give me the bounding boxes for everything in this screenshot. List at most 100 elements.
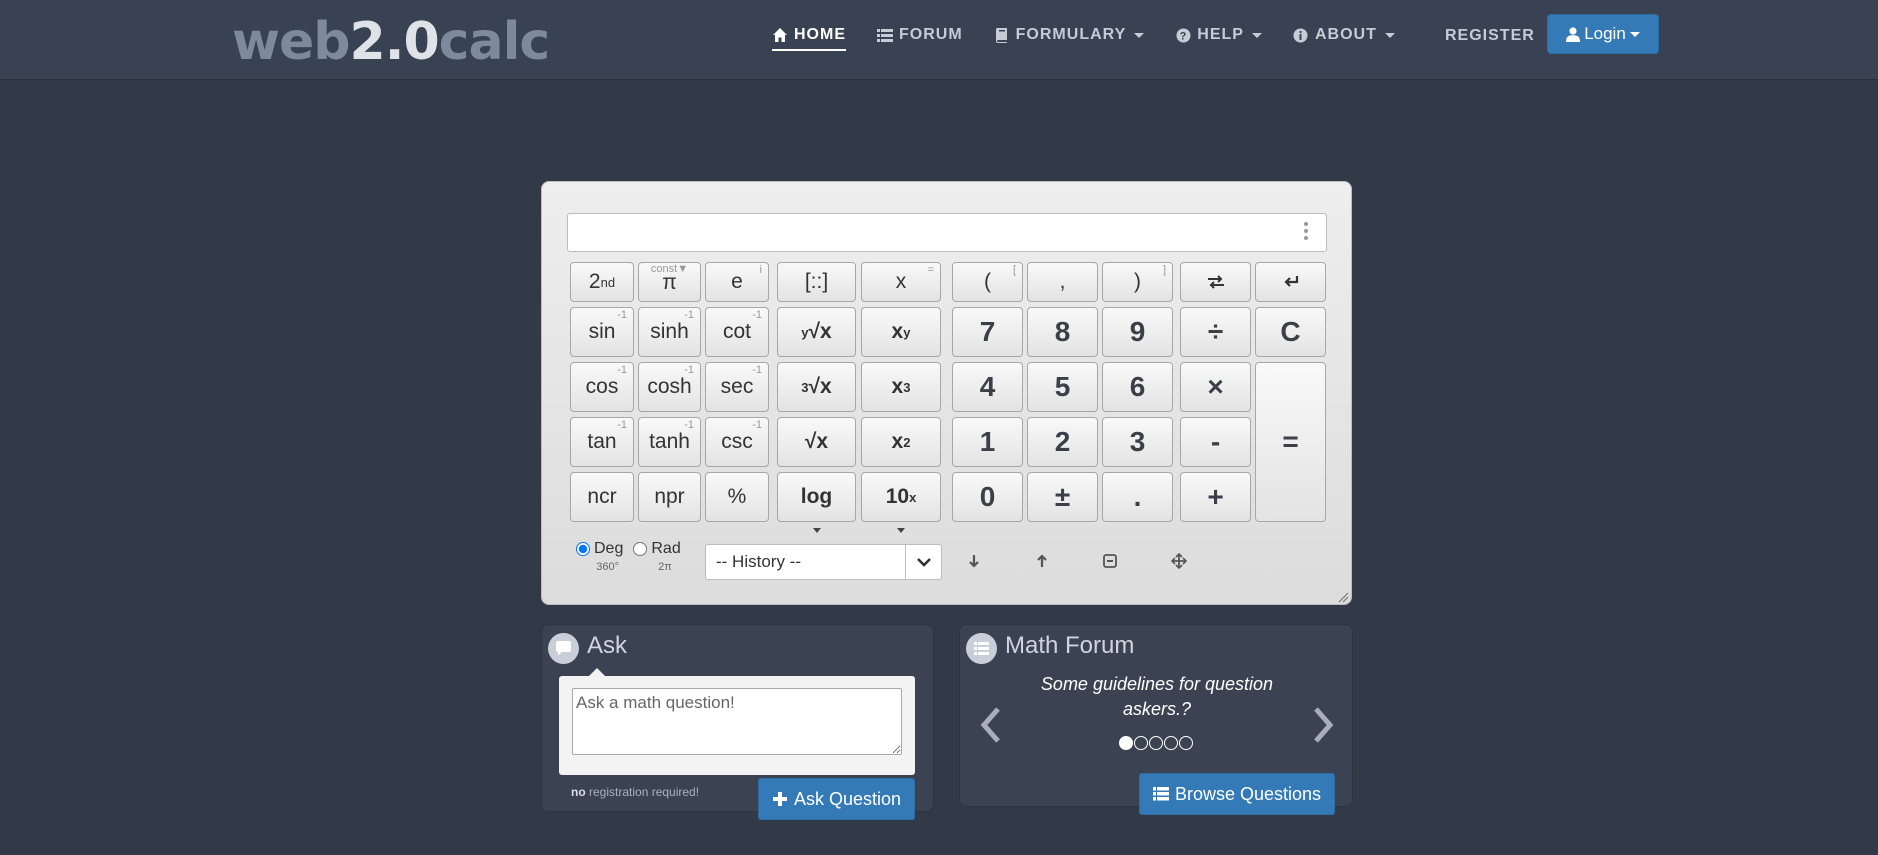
key-ncr[interactable]: ncr — [570, 472, 634, 522]
resize-handle-icon[interactable] — [1337, 590, 1349, 603]
arrow-up-icon[interactable] — [1032, 551, 1052, 571]
key-x[interactable]: = x — [861, 262, 941, 302]
ask-question-button[interactable]: Ask Question — [758, 778, 915, 820]
key-sec[interactable]: -1 sec — [705, 362, 769, 412]
key-tanh[interactable]: -1 tanh — [638, 417, 701, 467]
chevron-down-icon[interactable] — [905, 545, 941, 579]
minimize-window-icon[interactable] — [1100, 551, 1120, 571]
key-swap[interactable] — [1180, 262, 1251, 302]
key-yroot[interactable]: y √x — [777, 307, 856, 357]
carousel-dot[interactable] — [1179, 736, 1193, 750]
key-plusminus[interactable]: ± — [1027, 472, 1098, 522]
carousel-dot[interactable] — [1119, 736, 1133, 750]
more-vertical-icon[interactable] — [1304, 222, 1308, 240]
key-sin[interactable]: -1 sin — [570, 307, 634, 357]
key-10pow[interactable]: 10 x — [861, 472, 941, 533]
const-menu-label: const▼ — [650, 263, 689, 275]
register-link[interactable]: REGISTER — [1445, 27, 1535, 45]
key-2[interactable]: 2 — [1027, 417, 1098, 467]
key-npr[interactable]: npr — [638, 472, 701, 522]
key-multiply[interactable]: × — [1180, 362, 1251, 412]
arrow-down-icon[interactable] — [964, 551, 984, 571]
key-9[interactable]: 9 — [1102, 307, 1173, 357]
caret-down-icon — [897, 528, 905, 533]
key-tan[interactable]: -1 tan — [570, 417, 634, 467]
key-cube-root[interactable]: 3 √x — [777, 362, 856, 412]
key-cot[interactable]: -1 cot — [705, 307, 769, 357]
key-cos[interactable]: -1 cos — [570, 362, 634, 412]
list-icon — [1152, 787, 1169, 801]
login-button[interactable]: Login — [1547, 14, 1659, 54]
nav-help[interactable]: ? HELP — [1175, 26, 1262, 44]
calculator: 2nd const▼ π ie [::] = x [( , ]) -1 sin -1 s… — [541, 181, 1352, 605]
key-0[interactable]: 0 — [952, 472, 1023, 522]
key-percent[interactable]: % — [705, 472, 769, 522]
key-e[interactable]: ie — [705, 262, 769, 302]
key-equals[interactable]: = — [1255, 362, 1326, 522]
key-sqrt[interactable]: √x — [777, 417, 856, 467]
key-pi[interactable]: const▼ π — [638, 262, 701, 302]
key-decimal[interactable]: . — [1102, 472, 1173, 522]
deg-option[interactable]: Deg 360° — [576, 540, 623, 573]
chevron-down-icon — [1384, 32, 1395, 38]
return-arrow-icon — [1282, 275, 1300, 289]
key-right-paren[interactable]: ]) — [1102, 262, 1173, 302]
deg-radio[interactable] — [576, 542, 590, 556]
key-2nd[interactable]: 2nd — [570, 262, 634, 302]
key-comma[interactable]: , — [1027, 262, 1098, 302]
key-xpowy[interactable]: xy — [861, 307, 941, 357]
site-logo[interactable]: web2.0calc — [232, 12, 550, 72]
key-1[interactable]: 1 — [952, 417, 1023, 467]
key-5[interactable]: 5 — [1027, 362, 1098, 412]
rad-radio[interactable] — [633, 542, 648, 556]
comment-icon — [548, 633, 579, 664]
ask-question-label: Ask Question — [793, 788, 902, 809]
key-6[interactable]: 6 — [1102, 362, 1173, 412]
carousel-dot[interactable] — [1149, 736, 1163, 750]
svg-text:?: ? — [1179, 30, 1187, 42]
home-icon — [772, 27, 788, 43]
key-divide[interactable]: ÷ — [1180, 307, 1251, 357]
forum-featured-question[interactable]: Some guidelines for question askers.? — [1030, 672, 1284, 722]
carousel-dot[interactable] — [1164, 736, 1178, 750]
key-4[interactable]: 4 — [952, 362, 1023, 412]
key-matrix[interactable]: [::] — [777, 262, 856, 302]
list-icon — [966, 633, 997, 664]
move-icon[interactable] — [1169, 551, 1189, 571]
key-log[interactable]: log — [777, 472, 856, 533]
key-clear[interactable]: C — [1255, 307, 1326, 357]
nav-about[interactable]: ABOUT — [1293, 26, 1395, 44]
nav-formulary[interactable]: FORMULARY — [994, 26, 1145, 44]
navbar: web2.0calc HOME FORUM FORMULARY ? HELP A… — [0, 0, 1878, 80]
key-xcube[interactable]: x3 — [861, 362, 941, 412]
chevron-left-icon[interactable] — [978, 705, 1002, 745]
history-select[interactable]: -- History -- — [705, 544, 942, 580]
key-sinh[interactable]: -1 sinh — [638, 307, 701, 357]
key-csc[interactable]: -1 csc — [705, 417, 769, 467]
key-left-paren[interactable]: [( — [952, 262, 1023, 302]
key-3[interactable]: 3 — [1102, 417, 1173, 467]
nav-forum[interactable]: FORUM — [877, 26, 963, 44]
rad-option[interactable]: Rad 2π — [633, 540, 681, 573]
calculator-display[interactable] — [567, 213, 1327, 252]
nav-help-label: HELP — [1197, 26, 1244, 43]
key-7[interactable]: 7 — [952, 307, 1023, 357]
forum-panel: Math Forum Some guidelines for question … — [959, 624, 1353, 815]
nav-home[interactable]: HOME — [772, 26, 846, 51]
chevron-right-icon[interactable] — [1312, 705, 1336, 745]
main-nav: HOME FORUM FORMULARY ? HELP ABOUT — [772, 26, 1426, 51]
plus-icon — [772, 791, 788, 807]
key-cosh[interactable]: -1 cosh — [638, 362, 701, 412]
key-plus[interactable]: + — [1180, 472, 1251, 522]
key-8[interactable]: 8 — [1027, 307, 1098, 357]
ask-question-input[interactable] — [572, 688, 902, 755]
browse-questions-button[interactable]: Browse Questions — [1139, 773, 1335, 815]
deg-sublabel: 360° — [596, 561, 620, 573]
nav-forum-label: FORUM — [899, 26, 963, 43]
carousel-dot[interactable] — [1134, 736, 1148, 750]
key-backspace[interactable] — [1255, 262, 1326, 302]
carousel-indicators — [1119, 736, 1193, 750]
no-registration-note: no registration required! — [571, 785, 700, 799]
key-minus[interactable]: - — [1180, 417, 1251, 467]
key-xsquare[interactable]: x2 — [861, 417, 941, 467]
